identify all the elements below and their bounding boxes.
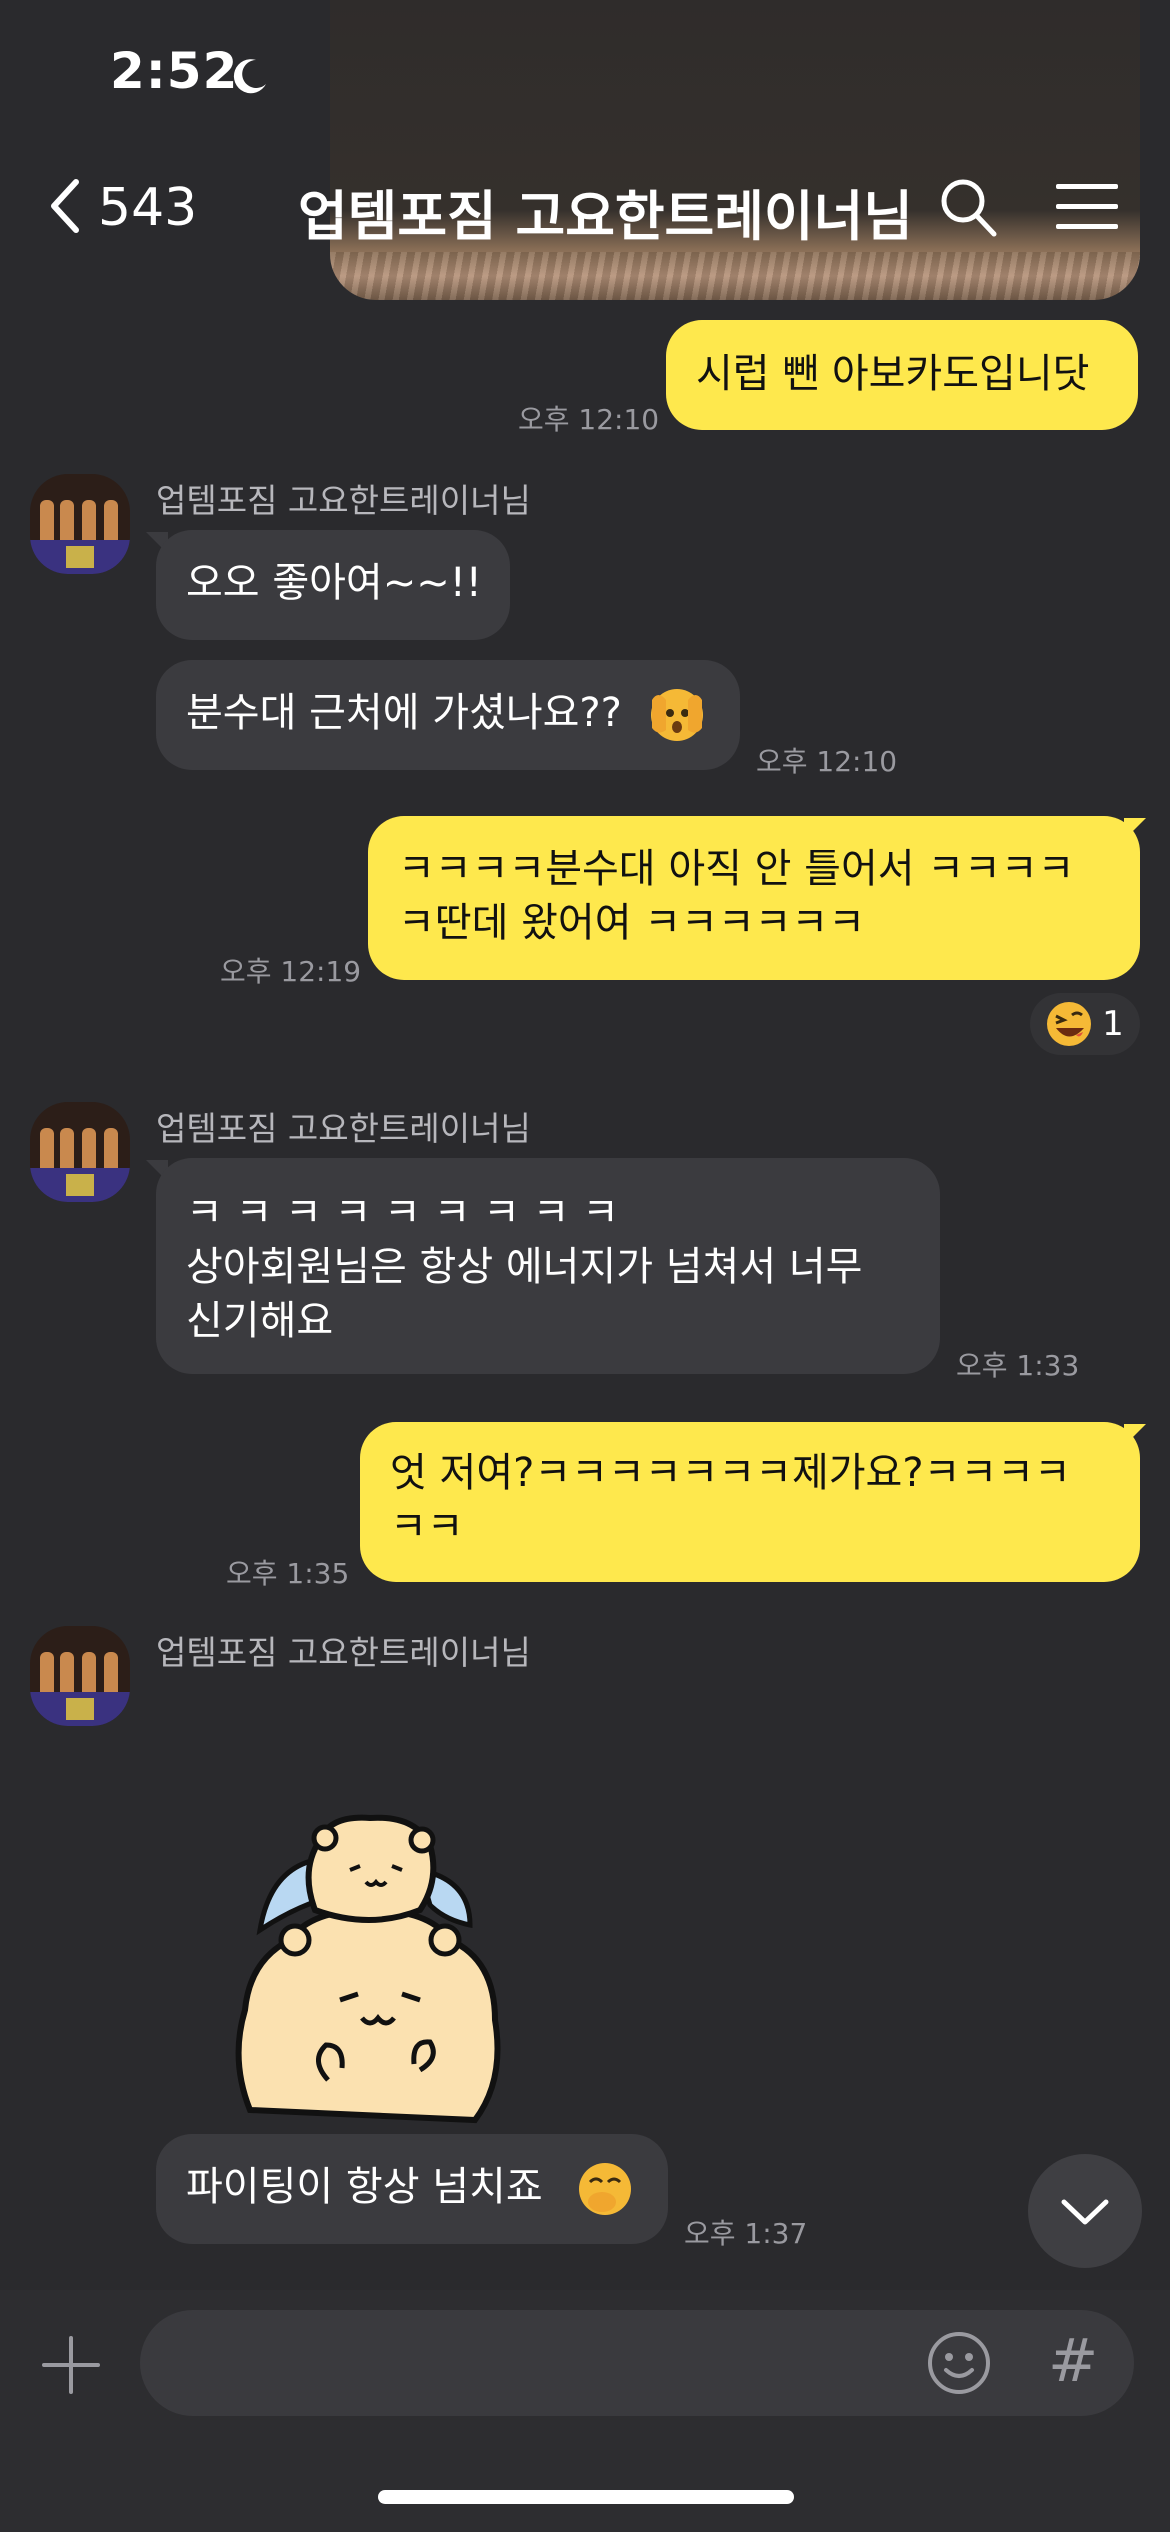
shared-photo[interactable]	[330, 0, 1140, 300]
moon-icon	[233, 59, 266, 94]
menu-icon[interactable]	[1056, 182, 1118, 232]
message-text-line: 상아회원님은 항상 에너지가 넘쳐서 너무	[186, 1244, 863, 1290]
message-text: 분수대 근처에 가셨나요??	[186, 690, 622, 736]
message-text-line: ㅋㅋ	[390, 1504, 464, 1550]
their-message-bubble[interactable]: ㅋ ㅋ ㅋ ㅋ ㅋ ㅋ ㅋ ㅋ ㅋ 상아회원님은 항상 에너지가 넘쳐서 너무 …	[156, 1158, 940, 1374]
status-time: 2:52	[110, 42, 239, 100]
message-text: 파이팅이 항상 넘치죠	[186, 2164, 543, 2210]
scroll-down-button[interactable]	[1028, 2154, 1142, 2268]
chevron-down-icon	[1061, 2199, 1109, 2225]
sender-name: 업템포짐 고요한트레이너님	[156, 1109, 531, 1148]
sender-name: 업템포짐 고요한트레이너님	[156, 481, 531, 520]
message-time: 오후 12:10	[518, 403, 660, 436]
message-time: 오후 12:19	[220, 955, 362, 988]
message-time: 오후 1:35	[226, 1557, 350, 1590]
avatar[interactable]	[30, 1102, 130, 1202]
message-time: 오후 12:10	[756, 745, 898, 778]
home-indicator	[378, 2490, 794, 2504]
message-text: 오오 좋아여~~!!	[186, 560, 482, 606]
my-message-bubble[interactable]: ㅋㅋㅋㅋ분수대 아직 안 틀어서 ㅋㅋㅋㅋ ㅋ딴데 왔어여 ㅋㅋㅋㅋㅋㅋ	[368, 816, 1140, 980]
emoji-icon[interactable]	[926, 2330, 992, 2396]
their-message-bubble[interactable]: 분수대 근처에 가셨나요??	[156, 660, 740, 770]
my-message-bubble[interactable]: 시럽 뺀 아보카도입니닷	[666, 320, 1138, 430]
back-count[interactable]: 543	[98, 178, 197, 238]
message-text-line: 엇 저여?ㅋㅋㅋㅋㅋㅋㅋ제가요?ㅋㅋㅋㅋ	[390, 1450, 1071, 1496]
hash-icon[interactable]: #	[1048, 2326, 1098, 2396]
search-icon[interactable]	[938, 176, 998, 238]
message-text-line: 신기해요	[186, 1298, 334, 1344]
chat-title: 업템포짐 고요한트레이너님	[298, 185, 913, 248]
avatar[interactable]	[30, 474, 130, 574]
plus-icon[interactable]	[40, 2334, 102, 2396]
reaction-count: 1	[1102, 1004, 1124, 1044]
reaction-badge[interactable]: 1	[1030, 993, 1140, 1055]
their-message-bubble[interactable]: 파이팅이 항상 넘치죠	[156, 2134, 668, 2244]
peeking-face-emoji-icon	[651, 689, 703, 741]
bear-sticker[interactable]	[230, 1810, 520, 2126]
message-text-line: ㅋ ㅋ ㅋ ㅋ ㅋ ㅋ ㅋ ㅋ ㅋ	[186, 1190, 619, 1236]
message-time: 오후 1:33	[956, 1349, 1080, 1382]
their-message-bubble[interactable]: 오오 좋아여~~!!	[156, 530, 510, 640]
avatar[interactable]	[30, 1626, 130, 1726]
my-message-bubble[interactable]: 엇 저여?ㅋㅋㅋㅋㅋㅋㅋ제가요?ㅋㅋㅋㅋ ㅋㅋ	[360, 1422, 1140, 1582]
hand-over-mouth-emoji-icon	[579, 2163, 631, 2215]
message-text: 시럽 뺀 아보카도입니닷	[696, 351, 1090, 397]
message-time: 오후 1:37	[684, 2217, 808, 2250]
message-text-line: ㅋ딴데 왔어여 ㅋㅋㅋㅋㅋㅋ	[398, 900, 866, 946]
sender-name: 업템포짐 고요한트레이너님	[156, 1633, 531, 1672]
back-icon[interactable]	[46, 176, 86, 236]
message-text-line: ㅋㅋㅋㅋ분수대 아직 안 틀어서 ㅋㅋㅋㅋ	[398, 846, 1075, 892]
laughing-emoji-icon	[1047, 1002, 1092, 1046]
